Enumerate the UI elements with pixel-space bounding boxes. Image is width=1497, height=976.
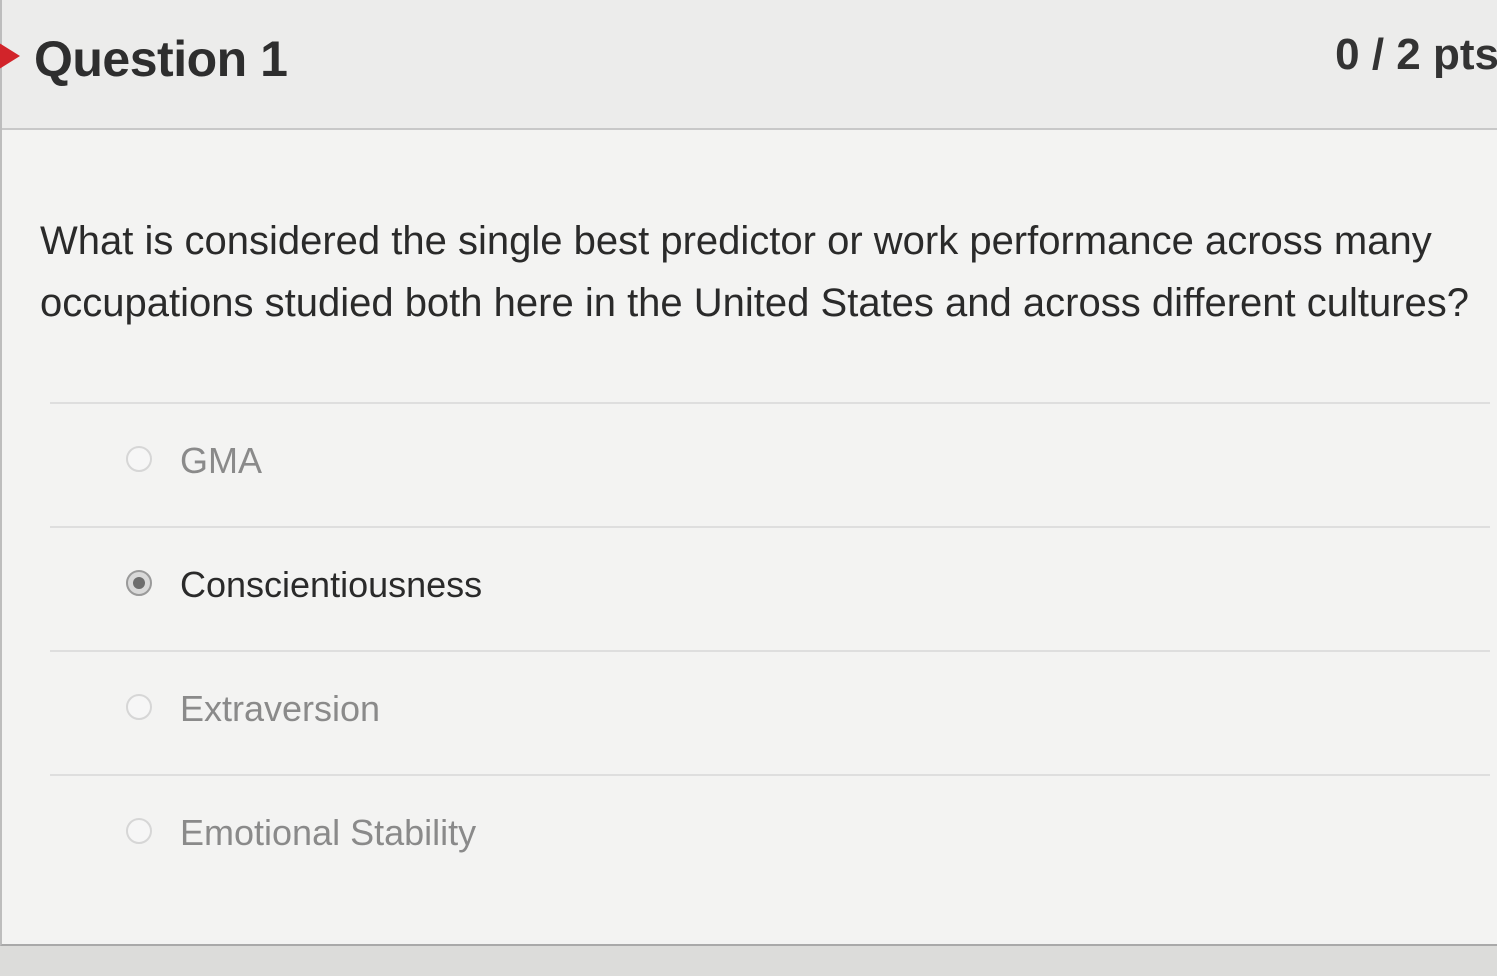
question-points: 0 / 2 pts	[1335, 30, 1497, 79]
page-background	[0, 946, 1497, 976]
question-card: Question 1 0 / 2 pts What is considered …	[0, 0, 1497, 946]
answer-label: Emotional Stability	[180, 812, 477, 853]
radio-button[interactable]	[126, 446, 152, 472]
question-title: Question 1	[34, 31, 288, 87]
answer-option-gma[interactable]: GMA	[50, 402, 1490, 526]
answer-option-conscientiousness[interactable]: Conscientiousness	[50, 526, 1490, 650]
answer-option-emotional-stability[interactable]: Emotional Stability	[50, 774, 1490, 898]
answer-label: GMA	[180, 440, 263, 481]
answer-list: GMA Conscientiousness Extraversion Emoti…	[50, 402, 1490, 898]
radio-button[interactable]	[126, 818, 152, 844]
answer-option-extraversion[interactable]: Extraversion	[50, 650, 1490, 774]
answer-label: Extraversion	[180, 688, 381, 729]
radio-button-selected[interactable]	[126, 570, 152, 596]
question-text: What is considered the single best predi…	[40, 219, 1470, 325]
question-header: Question 1 0 / 2 pts	[0, 0, 1497, 130]
answer-label: Conscientiousness	[180, 564, 483, 605]
radio-button[interactable]	[126, 694, 152, 720]
incorrect-arrow-icon	[0, 26, 20, 86]
